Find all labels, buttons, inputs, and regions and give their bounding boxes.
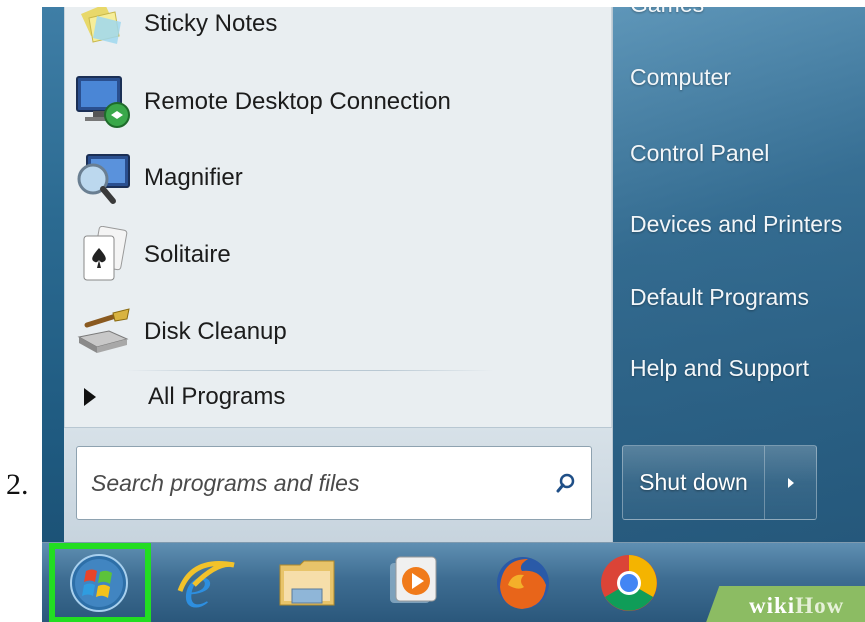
wikihow-watermark: wikiHow <box>704 586 865 622</box>
firefox-icon[interactable] <box>488 551 558 615</box>
shutdown-options-button[interactable] <box>765 446 816 519</box>
all-programs-label: All Programs <box>148 383 286 410</box>
right-pane-item-help-and-support[interactable]: Help and Support <box>630 355 809 382</box>
chrome-icon[interactable] <box>594 551 664 615</box>
program-label: Sticky Notes <box>144 10 278 37</box>
step-number: 2. <box>6 468 29 501</box>
magnifier-icon <box>72 149 134 207</box>
shutdown-button-group: Shut down <box>622 445 817 520</box>
remote-desktop-icon <box>72 73 134 131</box>
program-item-magnifier[interactable]: Magnifier <box>72 145 602 211</box>
search-icon[interactable] <box>555 472 577 494</box>
search-input[interactable]: Search programs and files <box>76 446 592 520</box>
file-explorer-icon[interactable] <box>274 551 344 615</box>
program-item-solitaire[interactable]: Solitaire <box>72 222 602 288</box>
internet-explorer-icon[interactable]: e <box>172 551 242 621</box>
menu-separator <box>124 370 494 371</box>
all-programs-button[interactable]: All Programs <box>78 372 598 422</box>
program-label: Disk Cleanup <box>144 318 287 345</box>
solitaire-icon <box>72 226 134 284</box>
program-item-remote-desktop[interactable]: Remote Desktop Connection <box>72 69 602 135</box>
chevron-right-icon <box>787 477 794 488</box>
program-label: Remote Desktop Connection <box>144 88 451 115</box>
start-orb-icon[interactable] <box>64 551 134 615</box>
shutdown-button[interactable]: Shut down <box>623 446 765 519</box>
disk-cleanup-icon <box>72 303 134 361</box>
program-item-disk-cleanup[interactable]: Disk Cleanup <box>72 299 602 365</box>
windows-desktop: Games Computer Control Panel Devices and… <box>42 7 865 622</box>
start-menu-search-area: Search programs and files <box>64 427 612 543</box>
right-pane-item-control-panel[interactable]: Control Panel <box>630 140 769 167</box>
media-player-icon[interactable] <box>382 551 452 615</box>
program-label: Magnifier <box>144 164 243 191</box>
right-pane-item-default-programs[interactable]: Default Programs <box>630 284 809 311</box>
search-placeholder: Search programs and files <box>91 469 360 496</box>
sticky-notes-icon <box>72 7 134 53</box>
expand-arrow-icon <box>84 388 96 406</box>
right-pane-item-computer[interactable]: Computer <box>630 64 731 91</box>
watermark-how: How <box>795 593 845 618</box>
program-label: Solitaire <box>144 241 231 268</box>
right-pane-item-games[interactable]: Games <box>630 7 704 18</box>
program-item-sticky-notes[interactable]: Sticky Notes <box>72 7 602 57</box>
right-pane-item-devices-and-printers[interactable]: Devices and Printers <box>630 211 842 238</box>
taskbar: e wikiHow <box>42 542 865 622</box>
watermark-wiki: wiki <box>749 593 796 618</box>
